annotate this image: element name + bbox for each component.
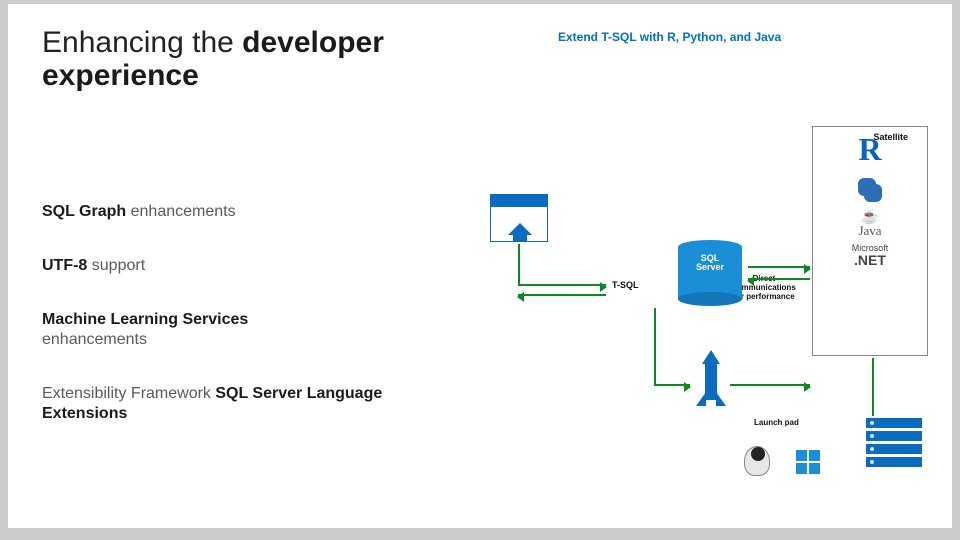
server-rack-icon (866, 418, 922, 472)
arrow-sql-to-launchpad (654, 384, 690, 386)
arrow-launchpad-to-satellite (730, 384, 810, 386)
arrow-segment (518, 244, 520, 284)
tsql-label: T-SQL (612, 280, 639, 290)
bullet-bold: Machine Learning Services (42, 311, 248, 328)
diagram-subtitle: Extend T-SQL with R, Python, and Java (558, 30, 781, 44)
bullet-text: enhancements (42, 331, 147, 348)
java-text: Java (858, 225, 881, 237)
slide-title: Enhancing the developer experience (42, 26, 412, 92)
title-line-1: Enhancing the (42, 26, 234, 59)
dotnet-big: .NET (852, 253, 889, 267)
diagram-area: Extend T-SQL with R, Python, and Java Sa… (428, 26, 938, 506)
language-column: R ☕ Java Microsoft .NET (813, 127, 927, 267)
bullet-text: support (87, 257, 145, 274)
linux-tux-icon (744, 446, 770, 476)
bullet-extensibility: Extensibility Framework SQL Server Langu… (42, 384, 412, 424)
bullet-list: SQL Graph enhancements UTF-8 support Mac… (42, 202, 412, 424)
arrow-dashboard-to-sql (518, 284, 606, 286)
rocket-icon (696, 350, 726, 418)
bullet-ml-services: Machine Learning Services enhancements (42, 310, 412, 350)
windows-logo-icon (796, 450, 820, 474)
satellite-box: R ☕ Java Microsoft .NET (812, 126, 928, 356)
bullet-sql-graph: SQL Graph enhancements (42, 202, 412, 222)
arrow-sql-to-satellite (748, 266, 810, 268)
bullet-utf8: UTF-8 support (42, 256, 412, 276)
bullet-text: Extensibility Framework (42, 385, 215, 402)
arrow-segment (872, 358, 874, 416)
sql-server-label: SQL Server (678, 254, 742, 273)
slide: Enhancing the developer experience SQL G… (8, 4, 952, 528)
launchpad-label: Launch pad (754, 418, 799, 427)
python-logo-icon (856, 176, 884, 204)
bullet-bold: UTF-8 (42, 257, 87, 274)
bullet-bold: SQL Graph (42, 203, 126, 220)
arrow-satellite-to-sql (748, 278, 810, 280)
arrow-segment (654, 308, 656, 384)
left-column: Enhancing the developer experience SQL G… (42, 26, 412, 458)
r-logo-icon: R (858, 131, 881, 168)
sql-server-cylinder-icon: SQL Server (678, 240, 742, 306)
dotnet-logo-icon: Microsoft .NET (852, 244, 889, 267)
dashboard-icon (490, 194, 548, 242)
bullet-text: enhancements (126, 203, 235, 220)
java-logo-icon: ☕ Java (858, 212, 881, 236)
arrow-sql-to-dashboard (518, 294, 606, 296)
